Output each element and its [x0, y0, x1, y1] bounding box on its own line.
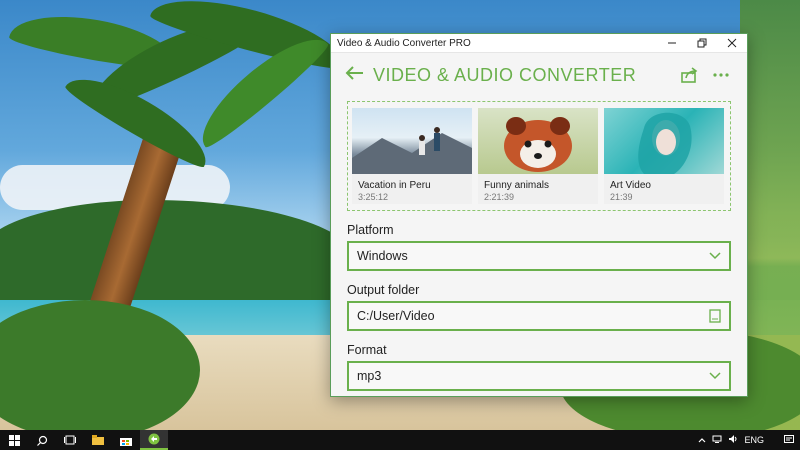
- chevron-down-icon: [709, 372, 721, 380]
- windows-start-icon[interactable]: [0, 430, 28, 450]
- minimize-icon[interactable]: [657, 34, 687, 52]
- share-icon[interactable]: [673, 67, 705, 83]
- page-title: VIDEO & AUDIO CONVERTER: [373, 64, 637, 85]
- media-card[interactable]: Art Video 21:39: [604, 108, 724, 204]
- media-thumbnail: [604, 108, 724, 174]
- network-icon[interactable]: [712, 435, 722, 445]
- title-bar: Video & Audio Converter PRO: [331, 34, 747, 53]
- platform-select[interactable]: Windows: [347, 241, 731, 271]
- media-dropzone[interactable]: Vacation in Peru 3:25:12 Funny animals 2…: [347, 101, 731, 211]
- close-icon[interactable]: [717, 34, 747, 52]
- media-duration: 2:21:39: [484, 192, 515, 202]
- notification-icon[interactable]: [784, 434, 794, 446]
- app-icon[interactable]: [140, 430, 168, 450]
- app-window: Video & Audio Converter PRO VIDEO & AUDI…: [330, 33, 748, 397]
- file-explorer-icon[interactable]: [84, 430, 112, 450]
- output-folder-field[interactable]: C:/User/Video: [347, 301, 731, 331]
- app-header: VIDEO & AUDIO CONVERTER: [331, 53, 747, 97]
- more-icon[interactable]: [705, 72, 737, 78]
- media-title: Vacation in Peru: [358, 180, 431, 191]
- format-label: Format: [347, 343, 387, 357]
- platform-value: Windows: [357, 249, 408, 263]
- volume-icon[interactable]: [728, 435, 738, 445]
- language-indicator[interactable]: ENG: [744, 435, 764, 445]
- chevron-down-icon: [709, 252, 721, 260]
- output-folder-value: C:/User/Video: [357, 309, 435, 323]
- search-icon[interactable]: [28, 430, 56, 450]
- window-title: Video & Audio Converter PRO: [337, 37, 471, 49]
- task-view-icon[interactable]: [56, 430, 84, 450]
- media-title: Funny animals: [484, 180, 550, 191]
- format-value: mp3: [357, 369, 382, 383]
- media-duration: 3:25:12: [358, 192, 389, 202]
- arrow-left-icon[interactable]: [345, 65, 373, 85]
- media-duration: 21:39: [610, 192, 633, 202]
- media-thumbnail: [352, 108, 472, 174]
- media-card[interactable]: Vacation in Peru 3:25:12: [352, 108, 472, 204]
- restore-icon[interactable]: [687, 34, 717, 52]
- store-icon[interactable]: [112, 430, 140, 450]
- platform-label: Platform: [347, 223, 394, 237]
- system-tray: ENG: [698, 434, 800, 446]
- output-folder-label: Output folder: [347, 283, 420, 297]
- media-thumbnail: [478, 108, 598, 174]
- chevron-up-icon[interactable]: [698, 435, 706, 445]
- media-title: Art Video: [610, 180, 651, 191]
- folder-browse-icon[interactable]: [709, 309, 721, 323]
- media-card[interactable]: Funny animals 2:21:39: [478, 108, 598, 204]
- taskbar: ENG: [0, 430, 800, 450]
- format-select[interactable]: mp3: [347, 361, 731, 391]
